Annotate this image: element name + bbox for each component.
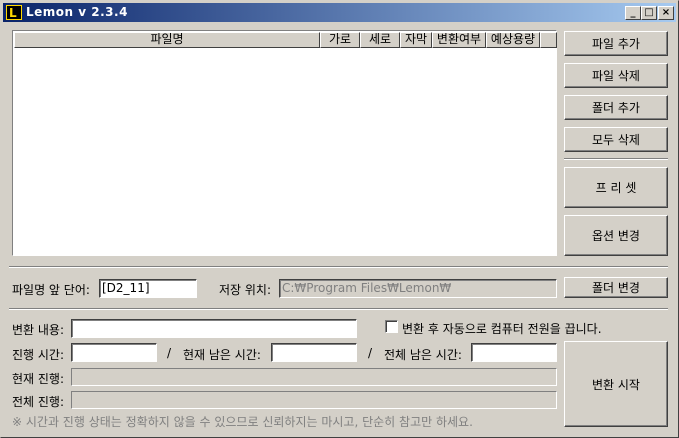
prefix-label: 파일명 앞 단어: xyxy=(12,283,90,297)
save-location-label: 저장 위치: xyxy=(219,283,272,297)
column-height[interactable]: 세로 xyxy=(360,32,400,48)
add-folder-button[interactable]: 폴더 추가 xyxy=(564,95,668,120)
time-separator-1: / xyxy=(167,346,172,360)
total-progress-label: 전체 진행: xyxy=(12,395,65,409)
elapsed-time-label: 진행 시간: xyxy=(12,348,65,362)
change-options-button[interactable]: 옵션 변경 xyxy=(564,215,668,256)
current-progress-label: 현재 진행: xyxy=(12,372,65,386)
total-remaining-label: 전체 남은 시간: xyxy=(384,348,462,362)
current-remaining-label: 현재 남은 시간: xyxy=(183,348,261,362)
separator-top xyxy=(9,266,668,268)
time-separator-2: / xyxy=(368,346,373,360)
total-remaining-field xyxy=(471,343,557,362)
shutdown-checkbox[interactable] xyxy=(385,320,398,333)
total-progress-bar xyxy=(71,391,557,409)
change-folder-button[interactable]: 폴더 변경 xyxy=(564,277,668,298)
start-conversion-button[interactable]: 변환 시작 xyxy=(564,341,668,427)
side-separator xyxy=(564,158,668,160)
title-bar[interactable]: L Lemon v 2.3.4 _ □ × xyxy=(3,3,676,22)
file-list-header: 파일명 가로 세로 자막 변환여부 예상용량 xyxy=(14,32,557,48)
prefix-input[interactable]: [D2_11] xyxy=(99,279,197,298)
lemon-app-icon: L xyxy=(6,5,22,20)
current-progress-bar xyxy=(71,368,557,386)
content-label: 변환 내용: xyxy=(12,323,65,337)
column-width[interactable]: 가로 xyxy=(320,32,360,48)
column-filename[interactable]: 파일명 xyxy=(14,32,320,48)
add-file-button[interactable]: 파일 추가 xyxy=(564,31,668,56)
window-title: Lemon v 2.3.4 xyxy=(26,5,128,19)
maximize-button[interactable]: □ xyxy=(641,6,657,20)
column-estimated-size[interactable]: 예상용량 xyxy=(486,32,540,48)
close-button[interactable]: × xyxy=(658,6,674,20)
preset-button[interactable]: 프 리 셋 xyxy=(564,167,668,208)
app-icon-letter: L xyxy=(9,6,17,20)
delete-file-button[interactable]: 파일 삭제 xyxy=(564,63,668,88)
current-remaining-field xyxy=(271,343,357,362)
main-window: L Lemon v 2.3.4 _ □ × 파일명 가로 세로 자막 변환여부 … xyxy=(0,0,679,438)
elapsed-time-field xyxy=(71,343,157,362)
shutdown-checkbox-label[interactable]: 변환 후 자동으로 컴퓨터 전원을 끕니다. xyxy=(402,320,602,337)
column-converted[interactable]: 변환여부 xyxy=(432,32,486,48)
content-field xyxy=(71,319,357,338)
save-location-field: C:₩Program Files₩Lemon₩ xyxy=(279,279,557,298)
disclaimer-note: ※ 시간과 진행 상태는 정확하지 않을 수 있으므로 신뢰하지는 마시고, 단… xyxy=(12,415,473,429)
column-subtitle[interactable]: 자막 xyxy=(400,32,432,48)
file-list[interactable]: 파일명 가로 세로 자막 변환여부 예상용량 xyxy=(12,30,557,256)
separator-bottom xyxy=(9,308,668,310)
minimize-button[interactable]: _ xyxy=(625,6,641,20)
delete-all-button[interactable]: 모두 삭제 xyxy=(564,127,668,152)
column-filler xyxy=(540,32,557,48)
